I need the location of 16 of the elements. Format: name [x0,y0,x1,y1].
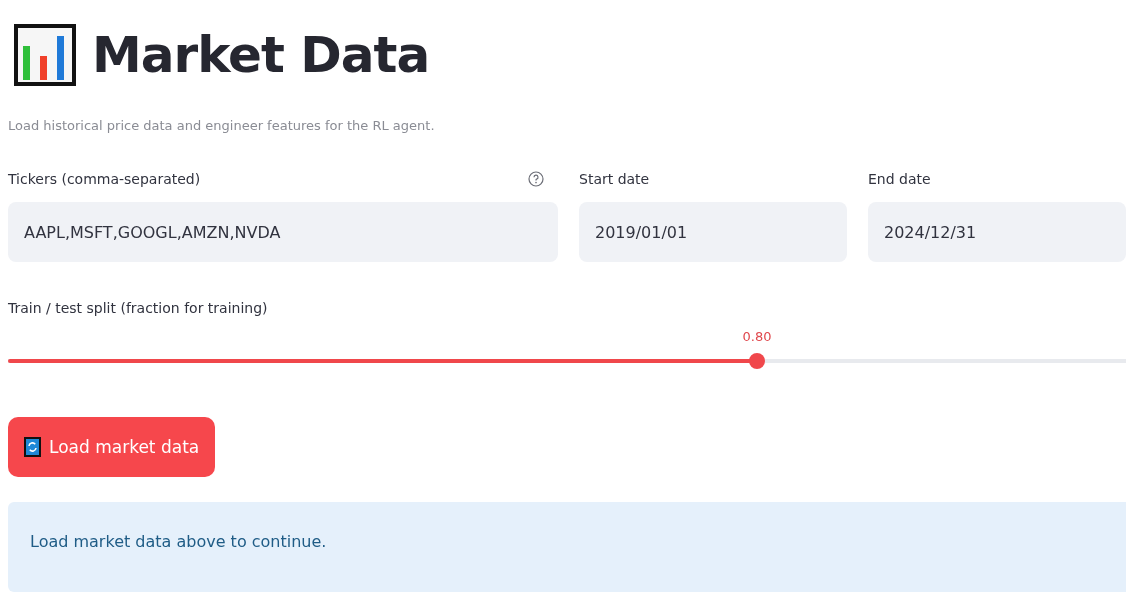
help-icon[interactable] [528,171,544,187]
field-label: Start date [579,171,650,187]
field-label: End date [868,171,931,187]
page-caption: Load historical price data and engineer features for the RL agent. [8,118,436,133]
page-title: Market Data [92,26,430,84]
slider-value: 0.80 [742,329,772,344]
slider-label: Train / test split (fraction for training) [8,300,268,316]
load-button[interactable]: Load market data [8,417,216,477]
refresh-icon [24,437,41,457]
field-label: Tickers (comma-separated) [8,171,201,187]
input-field[interactable]: 2024/12/31 [868,202,1126,262]
input-field[interactable]: 2019/01/01 [579,202,847,262]
slider-thumb[interactable] [749,353,766,369]
info-message: Load market data above to continue. [30,532,327,551]
input-field[interactable]: AAPL,MSFT,GOOGL,AMZN,NVDA [8,202,558,262]
bar-chart-icon [14,24,76,86]
